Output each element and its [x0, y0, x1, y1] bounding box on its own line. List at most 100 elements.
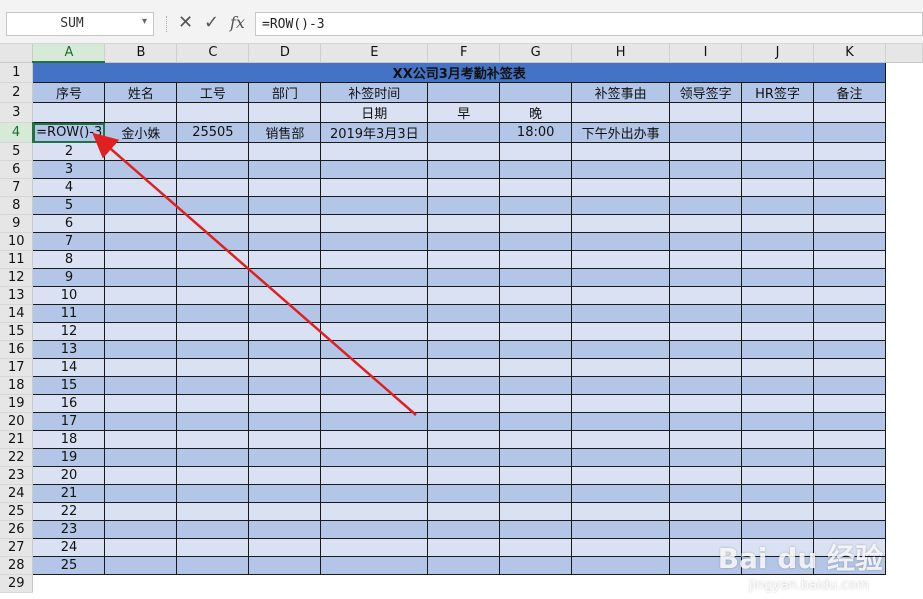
- cell[interactable]: [104, 196, 178, 215]
- sequence-cell[interactable]: 5: [32, 196, 106, 215]
- cell[interactable]: [176, 214, 250, 233]
- subheader-cell[interactable]: [176, 102, 250, 123]
- cell[interactable]: [320, 142, 429, 161]
- subheader-cell[interactable]: [248, 102, 322, 123]
- cell[interactable]: [427, 304, 501, 323]
- cell[interactable]: [427, 502, 501, 521]
- cell[interactable]: [248, 214, 322, 233]
- cell[interactable]: [571, 160, 671, 179]
- cell[interactable]: [885, 102, 923, 123]
- cell[interactable]: [104, 286, 178, 305]
- header-cell[interactable]: 序号: [32, 82, 106, 103]
- cell[interactable]: [104, 520, 178, 539]
- row-header[interactable]: 28: [0, 556, 34, 575]
- cell[interactable]: [248, 574, 321, 593]
- cell[interactable]: [885, 322, 923, 341]
- cell[interactable]: [499, 538, 573, 557]
- cell[interactable]: [669, 340, 743, 359]
- cell[interactable]: [427, 232, 501, 251]
- cell[interactable]: [885, 304, 923, 323]
- cell[interactable]: [176, 196, 250, 215]
- row-header[interactable]: 26: [0, 520, 34, 539]
- cell[interactable]: [320, 574, 428, 593]
- cell[interactable]: [885, 214, 923, 233]
- data-cell[interactable]: 18:00: [499, 122, 573, 143]
- cell[interactable]: [741, 160, 815, 179]
- cell[interactable]: [571, 268, 671, 287]
- subheader-cell[interactable]: 早: [427, 102, 501, 123]
- cell[interactable]: [427, 196, 501, 215]
- row-header[interactable]: 4: [0, 122, 34, 143]
- data-cell[interactable]: [669, 122, 743, 143]
- cell[interactable]: [176, 178, 250, 197]
- cell[interactable]: [885, 62, 923, 83]
- cell[interactable]: [499, 304, 573, 323]
- cell[interactable]: [885, 268, 923, 287]
- cell[interactable]: [885, 520, 923, 539]
- row-header[interactable]: 16: [0, 340, 34, 359]
- cell[interactable]: [176, 538, 250, 557]
- cell[interactable]: [104, 358, 178, 377]
- cell[interactable]: [669, 376, 743, 395]
- cell[interactable]: [741, 250, 815, 269]
- row-header[interactable]: 23: [0, 466, 34, 485]
- cell[interactable]: [320, 286, 429, 305]
- cell[interactable]: [248, 394, 322, 413]
- row-header[interactable]: 27: [0, 538, 34, 557]
- cell[interactable]: [427, 358, 501, 377]
- subheader-cell[interactable]: [104, 102, 178, 123]
- cell[interactable]: [885, 232, 923, 251]
- cell[interactable]: [104, 484, 178, 503]
- cell[interactable]: [499, 322, 573, 341]
- cell[interactable]: [741, 286, 815, 305]
- data-cell[interactable]: 下午外出办事: [571, 122, 671, 143]
- cell[interactable]: [248, 268, 322, 287]
- cell[interactable]: [176, 574, 249, 593]
- cell[interactable]: [741, 412, 815, 431]
- column-header-j[interactable]: J: [741, 44, 815, 63]
- cell[interactable]: [320, 250, 429, 269]
- cell[interactable]: [176, 286, 250, 305]
- cell[interactable]: [499, 286, 573, 305]
- cell[interactable]: [813, 214, 886, 233]
- cell[interactable]: [571, 250, 671, 269]
- cell[interactable]: [104, 376, 178, 395]
- cell[interactable]: [571, 358, 671, 377]
- header-cell[interactable]: 领导签字: [669, 82, 743, 103]
- cell[interactable]: [499, 502, 573, 521]
- sequence-cell[interactable]: 14: [32, 358, 106, 377]
- cell[interactable]: [669, 484, 743, 503]
- cell[interactable]: [176, 304, 250, 323]
- sequence-cell[interactable]: 22: [32, 502, 106, 521]
- cell[interactable]: [571, 412, 671, 431]
- cell[interactable]: [176, 502, 250, 521]
- row-header[interactable]: 12: [0, 268, 34, 287]
- cell[interactable]: [499, 160, 573, 179]
- column-header-b[interactable]: B: [104, 44, 178, 63]
- sequence-cell[interactable]: 24: [32, 538, 106, 557]
- cell[interactable]: [427, 286, 501, 305]
- column-header-c[interactable]: C: [176, 44, 250, 63]
- header-cell[interactable]: 姓名: [104, 82, 178, 103]
- formula-input[interactable]: =ROW()-3: [255, 12, 923, 36]
- cell[interactable]: [669, 412, 743, 431]
- cell[interactable]: [669, 250, 743, 269]
- cell[interactable]: [320, 448, 429, 467]
- cell[interactable]: [669, 520, 743, 539]
- cell[interactable]: [427, 520, 501, 539]
- row-header[interactable]: 13: [0, 286, 34, 305]
- cell[interactable]: [885, 466, 923, 485]
- sequence-cell[interactable]: 11: [32, 304, 106, 323]
- cell[interactable]: [885, 358, 923, 377]
- cell[interactable]: [104, 214, 178, 233]
- cell[interactable]: [571, 502, 671, 521]
- cell[interactable]: [104, 502, 178, 521]
- row-header[interactable]: 7: [0, 178, 34, 197]
- cell[interactable]: [669, 268, 743, 287]
- cell[interactable]: [248, 142, 322, 161]
- cell[interactable]: [813, 160, 886, 179]
- cell[interactable]: [813, 322, 886, 341]
- cell[interactable]: [320, 376, 429, 395]
- cell[interactable]: [499, 430, 573, 449]
- cell[interactable]: [741, 466, 815, 485]
